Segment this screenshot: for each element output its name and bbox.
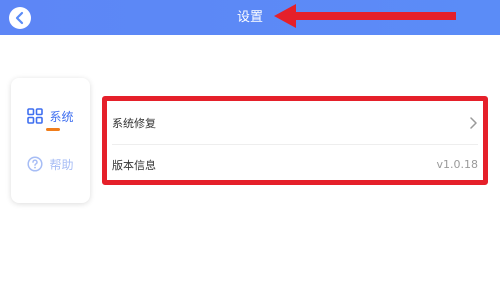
- system-repair-row[interactable]: 系统修复: [112, 103, 478, 142]
- sidebar-item-label: 系统: [49, 109, 74, 124]
- annotation-arrow-icon: [274, 4, 456, 28]
- sidebar-item-label: 帮助: [49, 157, 74, 172]
- active-indicator: [46, 128, 60, 131]
- question-circle-icon: [27, 156, 44, 172]
- row-label: 系统修复: [112, 116, 156, 130]
- settings-panel: 系统修复 版本信息 v1.0.18: [102, 96, 488, 185]
- row-label: 版本信息: [112, 158, 156, 172]
- grid-icon: [27, 108, 44, 124]
- version-value: v1.0.18: [436, 158, 479, 171]
- sidebar-item-help[interactable]: 帮助: [11, 144, 90, 184]
- version-info-row: 版本信息 v1.0.18: [112, 144, 478, 184]
- sidebar: 系统 帮助: [11, 78, 90, 203]
- chevron-right-icon: [470, 116, 477, 129]
